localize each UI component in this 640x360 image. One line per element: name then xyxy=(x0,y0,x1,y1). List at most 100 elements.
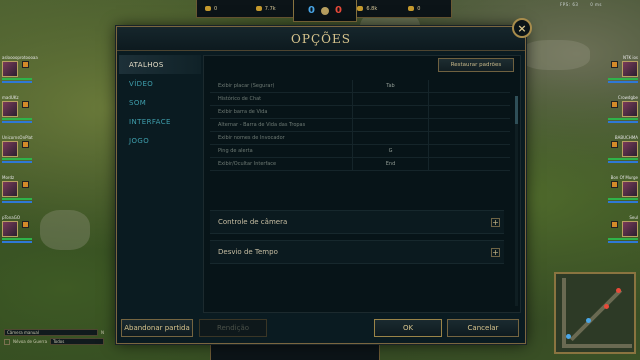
champion-card[interactable]: Bon Of Murge xyxy=(598,175,638,211)
keybind-action: Alternar - Barra de Vida das Tropas xyxy=(210,119,353,131)
health-bar xyxy=(608,238,638,240)
keybind-secondary[interactable] xyxy=(429,132,510,144)
keybind-action: Exibir placar (Segurar) xyxy=(210,80,353,92)
health-bar xyxy=(2,238,32,240)
summoner-name: pTonaGO xyxy=(2,215,20,220)
keybind-primary[interactable] xyxy=(353,119,429,131)
ultimate-icon xyxy=(611,181,618,188)
keybind-primary[interactable]: G xyxy=(353,145,429,157)
scrollbar-thumb[interactable] xyxy=(515,96,518,124)
blue-team-list: aslooooprotoooaa madUKz UnicornsOnPlat M… xyxy=(2,55,42,255)
keybind-secondary[interactable] xyxy=(429,93,510,105)
champion-card[interactable]: aslooooprotoooaa xyxy=(2,55,42,91)
ultimate-icon xyxy=(611,141,618,148)
section-camera-control[interactable]: Controle de câmera + xyxy=(210,210,504,234)
champion-card[interactable]: pTonaGO xyxy=(2,215,42,251)
mana-bar xyxy=(608,121,638,123)
ok-button[interactable]: OK xyxy=(374,319,442,337)
keybind-action: Exibir/Ocultar Interface xyxy=(210,158,353,170)
blue-team-stat: 7.7k xyxy=(264,5,276,12)
camera-mode-field[interactable]: Câmera manual xyxy=(4,329,98,336)
minimap[interactable] xyxy=(554,272,636,354)
mana-bar xyxy=(608,241,638,243)
close-icon[interactable]: × xyxy=(512,18,532,38)
mana-bar xyxy=(2,121,32,123)
champion-card[interactable]: NTK ios xyxy=(598,55,638,91)
health-bar xyxy=(2,118,32,120)
performance-stats: FPS: 63 0 ms xyxy=(550,2,602,7)
health-bar xyxy=(608,158,638,160)
ping-readout: 0 ms xyxy=(590,2,602,7)
champion-card[interactable]: Crowdgbe xyxy=(598,95,638,131)
champion-portrait xyxy=(2,61,18,77)
keybind-primary[interactable]: Tab xyxy=(353,80,429,92)
keybind-primary[interactable]: End xyxy=(353,158,429,170)
blue-team-gold: 0 xyxy=(214,5,218,12)
fog-checkbox[interactable] xyxy=(4,338,10,345)
swords-icon xyxy=(321,6,329,15)
champion-card[interactable]: UnicornsOnPlat xyxy=(2,135,42,171)
summoner-name: UnicornsOnPlat xyxy=(2,135,33,140)
keybind-secondary[interactable] xyxy=(429,80,510,92)
health-bar xyxy=(608,78,638,80)
expand-plus-icon[interactable]: + xyxy=(491,218,500,227)
summoner-name: Bon Of Murge xyxy=(610,175,638,180)
expand-plus-icon[interactable]: + xyxy=(491,248,500,257)
health-bar xyxy=(2,198,32,200)
dialog-title: OPÇÕES xyxy=(291,31,351,46)
keybind-secondary[interactable] xyxy=(429,106,510,118)
summoner-name: NTK ios xyxy=(623,55,638,60)
champion-card[interactable]: Mordz xyxy=(2,175,42,211)
red-team-stat: 0 xyxy=(417,5,421,12)
tower-icon xyxy=(408,6,415,11)
mana-bar xyxy=(608,161,638,163)
champion-portrait xyxy=(2,141,18,157)
champion-portrait xyxy=(2,221,18,237)
gold-icon xyxy=(357,6,364,11)
mana-bar xyxy=(608,81,638,83)
keybind-secondary[interactable] xyxy=(429,119,510,131)
abandon-match-button[interactable]: Abandonar partida xyxy=(121,319,193,337)
cancel-button[interactable]: Cancelar xyxy=(447,319,519,337)
keybind-secondary[interactable] xyxy=(429,158,510,170)
kill-score: 0 0 xyxy=(293,0,357,22)
keybind-primary[interactable] xyxy=(353,106,429,118)
champion-portrait xyxy=(2,101,18,117)
champion-portrait xyxy=(622,181,638,197)
mana-bar xyxy=(2,201,32,203)
tower-icon xyxy=(255,6,262,11)
keybind-action: Histórico de Chat xyxy=(210,93,353,105)
champion-portrait xyxy=(2,181,18,197)
health-bar xyxy=(2,158,32,160)
champion-card[interactable]: madUKz xyxy=(2,95,42,131)
champion-card[interactable]: Seul xyxy=(598,215,638,251)
surrender-button[interactable]: Rendição xyxy=(199,319,267,337)
keybind-row: Exibir nomes de Invocador xyxy=(210,132,510,145)
nav-item-game[interactable]: JOGO xyxy=(119,131,201,150)
champion-card[interactable]: BABUCHMA xyxy=(598,135,638,171)
fog-select[interactable]: Todos xyxy=(50,338,104,345)
dialog-header: OPÇÕES xyxy=(117,27,525,51)
keybind-row: Exibir barra de Vida xyxy=(210,106,510,119)
keybind-row: Exibir placar (Segurar) Tab xyxy=(210,80,510,93)
keybind-primary[interactable] xyxy=(353,93,429,105)
camera-hotkey: N xyxy=(101,330,104,335)
blue-score: 0 xyxy=(308,5,315,16)
red-score: 0 xyxy=(335,5,342,16)
red-team-list: NTK ios Crowdgbe BABUCHMA Bon Of Murge S… xyxy=(598,55,638,255)
nav-item-interface[interactable]: INTERFACE xyxy=(119,112,201,131)
ultimate-icon xyxy=(22,221,29,228)
ultimate-icon xyxy=(611,101,618,108)
options-content: Restaurar padrões Exibir placar (Segurar… xyxy=(203,55,521,313)
keybind-secondary[interactable] xyxy=(429,145,510,157)
section-time-warp[interactable]: Desvio de Tempo + xyxy=(210,240,504,264)
nav-item-sound[interactable]: SOM xyxy=(119,93,201,112)
content-scrollbar[interactable] xyxy=(515,96,518,306)
fps-readout: FPS: 63 xyxy=(559,2,579,7)
keybind-row: Histórico de Chat xyxy=(210,93,510,106)
keybind-primary[interactable] xyxy=(353,132,429,144)
nav-item-video[interactable]: VÍDEO xyxy=(119,74,201,93)
restore-defaults-button[interactable]: Restaurar padrões xyxy=(438,58,514,72)
nav-item-hotkeys[interactable]: ATALHOS xyxy=(119,55,201,74)
section-label: Controle de câmera xyxy=(218,218,288,226)
